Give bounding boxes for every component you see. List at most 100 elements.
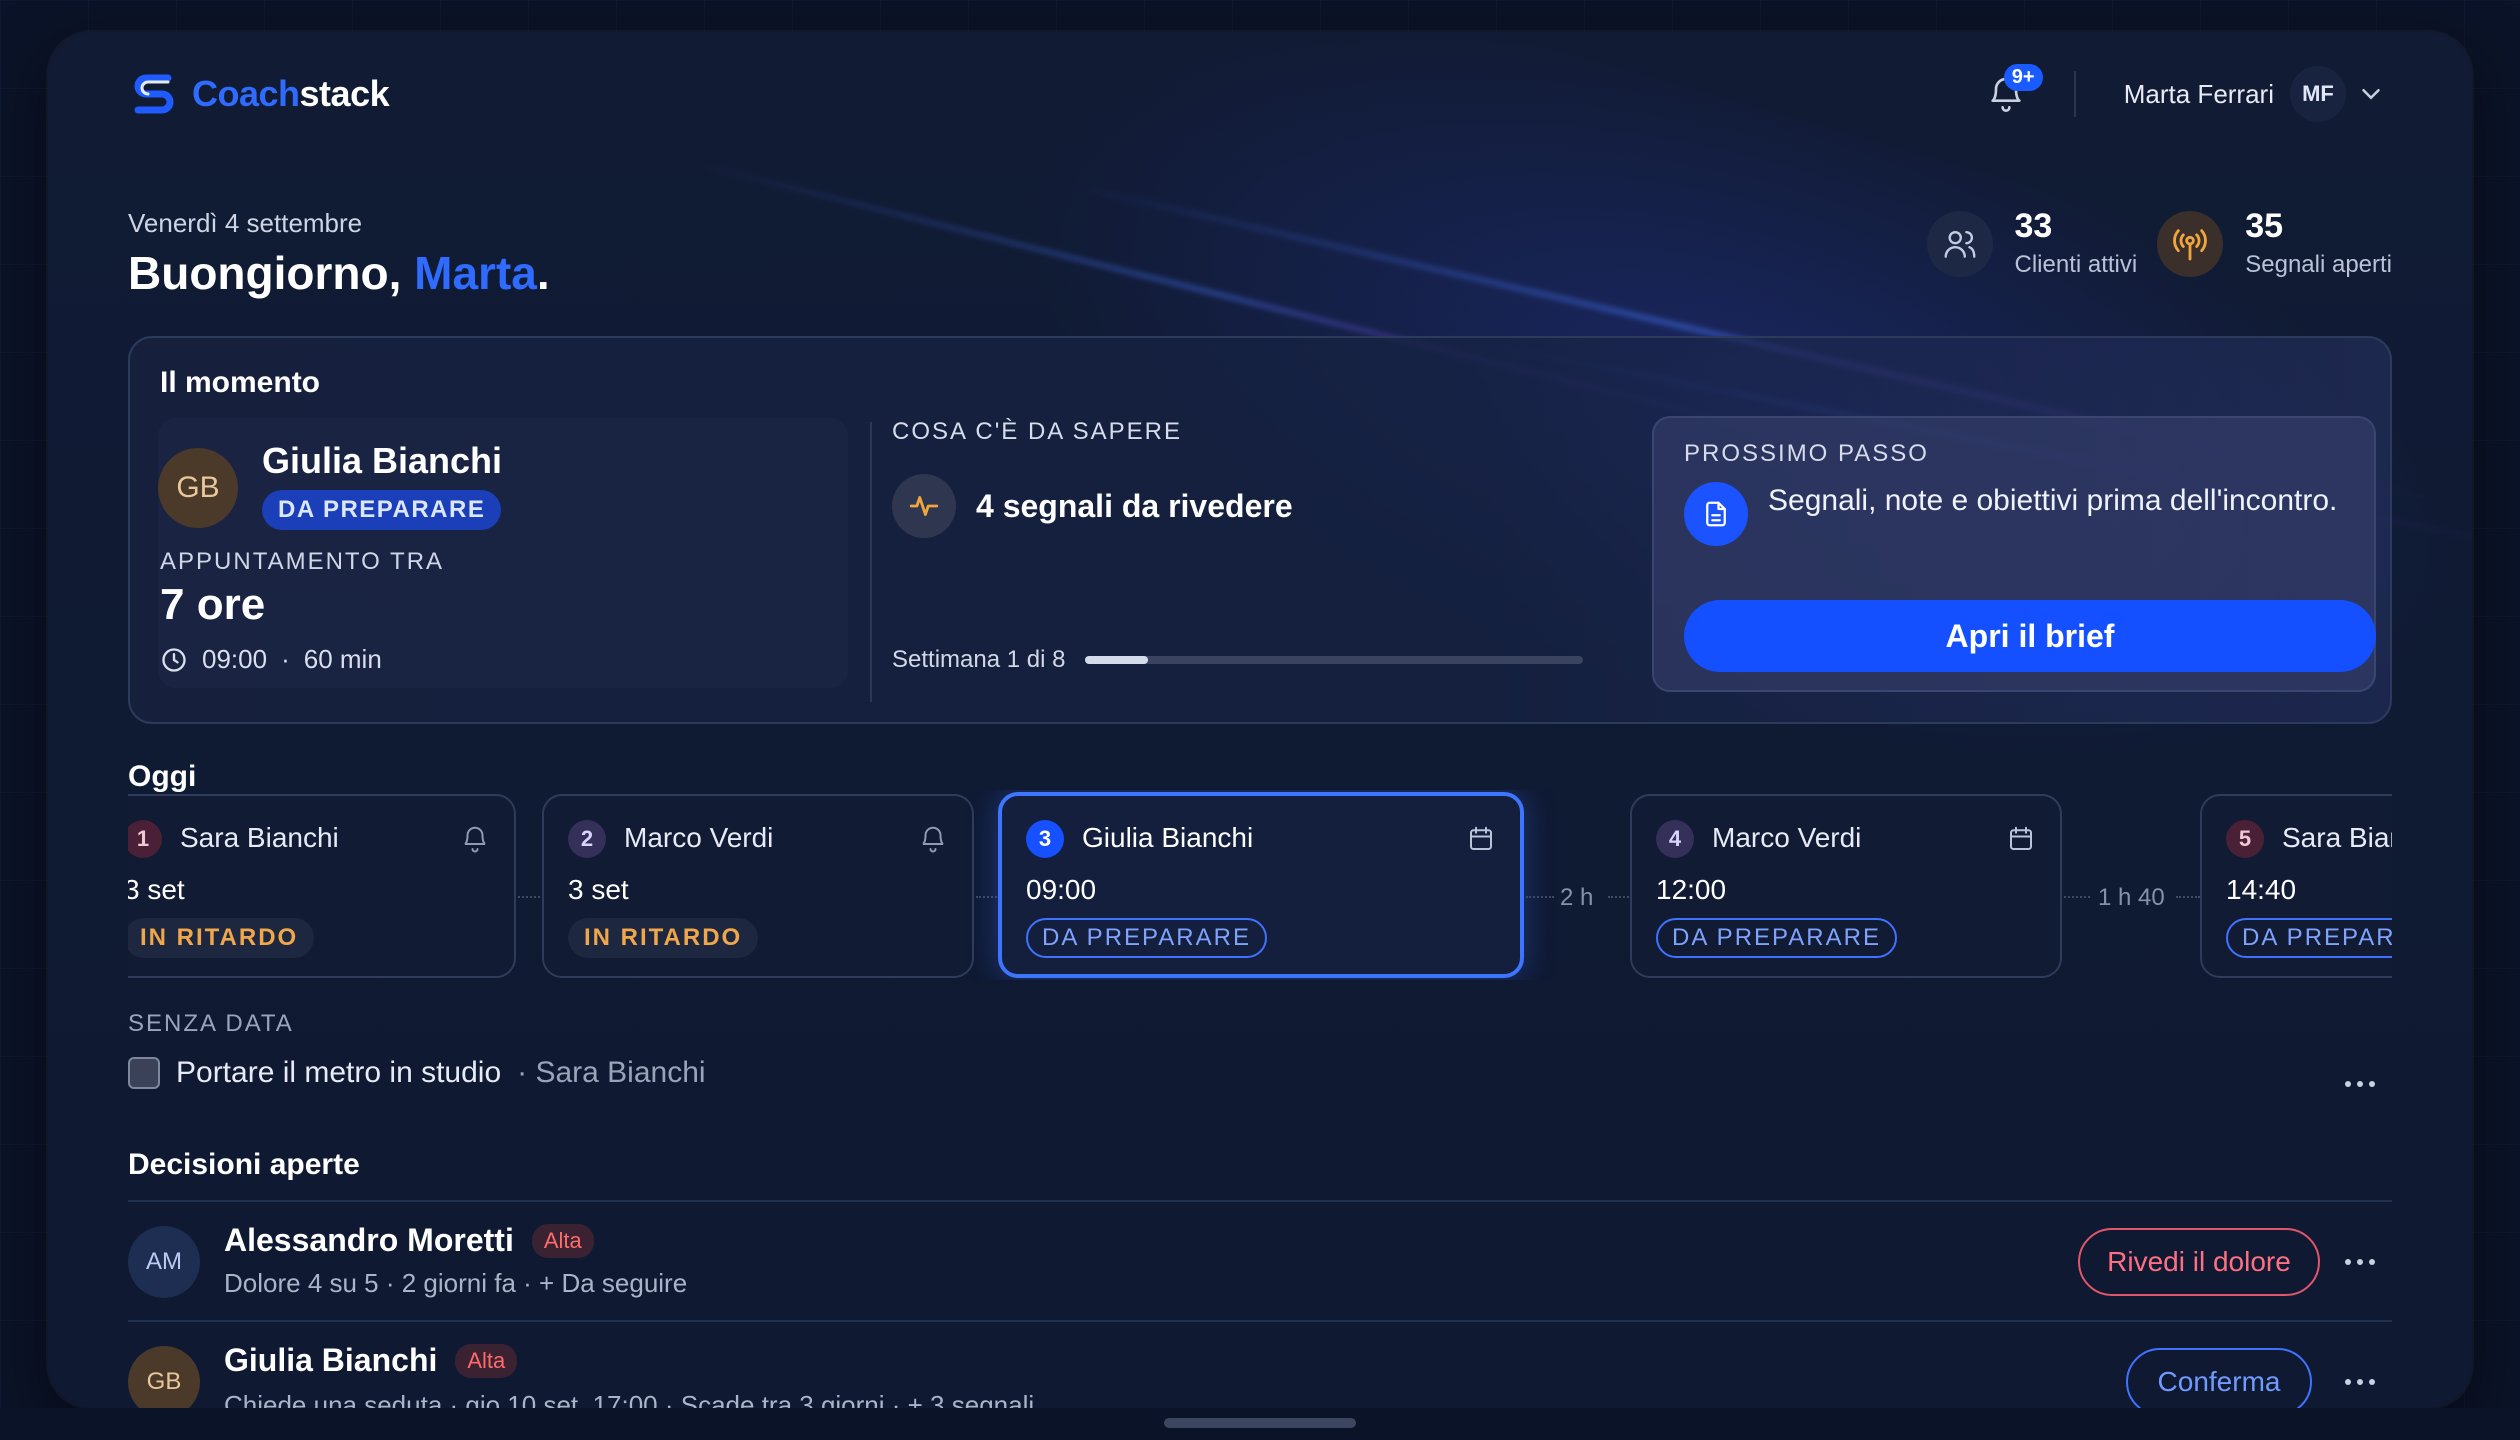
progress-track	[1085, 656, 1584, 664]
appointment-start: 09:00	[202, 644, 268, 674]
time-gap-label: 2 h	[1560, 884, 1594, 911]
undated-task: Portare il metro in studio · Sara Bianch…	[128, 1056, 706, 1090]
know-panel: COSA C'È DA SAPERE 4 segnali da rivedere…	[892, 418, 1592, 688]
stat-value: 35	[2245, 207, 2284, 245]
appointment-card[interactable]: 4 Marco Verdi 12:00 DA PREPARARE	[1630, 794, 2062, 978]
task-client: · Sara Bianchi	[517, 1056, 706, 1089]
status-badge: DA PREPARARE	[1026, 918, 1267, 958]
today-timeline[interactable]: 1 Sara Bianchi 3 set IN RITARDO 2 Marco …	[128, 790, 2392, 980]
more-options-icon[interactable]	[2340, 1252, 2380, 1272]
order-badge: 5	[2226, 820, 2264, 858]
next-step-panel: PROSSIMO PASSO Segnali, note e obiettivi…	[1652, 416, 2376, 692]
stat-open-signals[interactable]: 35 Segnali aperti	[2157, 207, 2392, 279]
app-logo[interactable]: Coachstack	[128, 68, 390, 120]
client-name: Sara Bianchi	[2282, 822, 2392, 853]
appointment-label: APPUNTAMENTO TRA	[160, 548, 445, 575]
client-name: Sara Bianchi	[180, 822, 339, 853]
week-label: Settimana 1 di 8	[892, 646, 1066, 673]
timeline-connector	[976, 896, 1000, 898]
app-name: Coachstack	[192, 73, 390, 115]
priority-badge: Alta	[531, 1223, 594, 1258]
separator: ·	[281, 644, 290, 674]
appointment-date: 3 set	[128, 874, 185, 905]
decision-client-name: Giulia Bianchi Alta	[224, 1342, 518, 1379]
user-avatar[interactable]: MF	[2290, 66, 2346, 122]
divider	[870, 422, 872, 702]
decision-client-name: Alessandro Moretti Alta	[224, 1222, 594, 1259]
progress-fill	[1085, 656, 1148, 664]
clock-icon	[162, 647, 186, 672]
users-icon	[1926, 210, 1993, 277]
calendar-icon	[1470, 826, 1492, 850]
review-pain-button[interactable]: Rivedi il dolore	[2078, 1228, 2320, 1296]
coachstack-logo-icon	[134, 74, 174, 114]
appointment-time: 09:00 · 60 min	[160, 644, 382, 675]
timeline-connector	[2064, 896, 2090, 898]
appointment-card[interactable]: 5 Sara Bianchi 14:40 DA PREPARARE	[2200, 794, 2392, 978]
priority-badge: Alta	[455, 1343, 518, 1378]
client-name: Marco Verdi	[624, 822, 774, 853]
program-progress: Settimana 1 di 8	[892, 646, 1584, 674]
decision-details: Dolore 4 su 5 · 2 giorni fa · + Da segui…	[224, 1268, 688, 1298]
know-label: COSA C'È DA SAPERE	[892, 418, 1183, 445]
status-badge: IN RITARDO	[128, 918, 315, 958]
status-badge: DA PREPARARE	[1656, 918, 1897, 958]
task-checkbox[interactable]	[128, 1057, 160, 1089]
divider	[128, 1200, 2392, 1202]
appointment-card-active[interactable]: 3 Giulia Bianchi 09:00 DA PREPARARE	[998, 792, 1524, 978]
confirm-button[interactable]: Conferma	[2126, 1348, 2312, 1416]
moment-title: Il momento	[160, 366, 321, 399]
notifications-button[interactable]: 9+	[1982, 64, 2043, 118]
next-step-text: Segnali, note e obiettivi prima dell'inc…	[1768, 484, 2338, 517]
bell-icon	[464, 826, 486, 853]
stat-active-clients[interactable]: 33 Clienti attivi	[1926, 207, 2138, 279]
more-options-icon[interactable]	[2340, 1074, 2380, 1094]
greeting-text: Buongiorno,	[128, 247, 415, 299]
header-actions: 9+ Marta Ferrari MF	[1982, 62, 2386, 126]
status-badge: IN RITARDO	[568, 918, 759, 958]
home-indicator	[1164, 1418, 1356, 1428]
task-text: Portare il metro in studio	[176, 1056, 502, 1089]
next-step-label: PROSSIMO PASSO	[1684, 440, 1929, 467]
client-name: Giulia Bianchi	[262, 440, 503, 481]
appointment-card[interactable]: 1 Sara Bianchi 3 set IN RITARDO	[128, 794, 516, 978]
order-badge: 4	[1656, 820, 1694, 858]
current-date: Venerdì 4 settembre	[128, 208, 363, 238]
more-options-icon[interactable]	[2340, 1372, 2380, 1392]
client-name: Giulia Bianchi	[1082, 822, 1254, 853]
stat-label: Segnali aperti	[2245, 251, 2392, 279]
notification-count-badge: 9+	[2003, 64, 2043, 91]
open-brief-button[interactable]: Apri il brief	[1684, 600, 2376, 672]
decisions-title: Decisioni aperte	[128, 1148, 360, 1181]
client-name: Alessandro Moretti	[224, 1222, 514, 1258]
next-client-panel[interactable]: GB Giulia Bianchi DA PREPARARE APPUNTAME…	[158, 418, 848, 688]
timeline-connector	[1608, 896, 1632, 898]
timeline-connector	[518, 896, 544, 898]
appointment-date: 3 set	[568, 874, 629, 905]
calendar-icon	[2010, 826, 2032, 850]
appointment-countdown: 7 ore	[160, 580, 266, 629]
appointment-time: 12:00	[1656, 874, 1727, 905]
greeting-title: Buongiorno, Marta.	[128, 246, 550, 300]
timeline-connector	[1526, 896, 1554, 898]
appointment-card[interactable]: 2 Marco Verdi 3 set IN RITARDO	[542, 794, 974, 978]
order-badge: 2	[568, 820, 606, 858]
greeting-punct: .	[536, 247, 550, 299]
user-name[interactable]: Marta Ferrari	[2124, 79, 2274, 110]
timeline-connector	[2176, 896, 2200, 898]
greeting-name: Marta	[414, 247, 537, 299]
stat-value: 33	[2014, 207, 2053, 245]
signals-text: 4 segnali da rivedere	[976, 487, 1293, 524]
status-badge: DA PREPARARE	[262, 490, 502, 530]
divider	[128, 1320, 2392, 1322]
stat-label: Clienti attivi	[2014, 251, 2138, 279]
client-avatar: GB	[158, 448, 238, 528]
appointment-time: 09:00	[1026, 874, 1097, 905]
chevron-down-icon[interactable]	[2356, 79, 2386, 109]
header-divider	[2073, 71, 2076, 117]
app-name-part1: Coach	[192, 73, 300, 114]
client-avatar: AM	[128, 1226, 200, 1298]
status-badge: DA PREPARARE	[2226, 918, 2392, 958]
signals-row[interactable]: 4 segnali da rivedere	[892, 474, 1293, 538]
app-name-part2: stack	[299, 73, 390, 114]
